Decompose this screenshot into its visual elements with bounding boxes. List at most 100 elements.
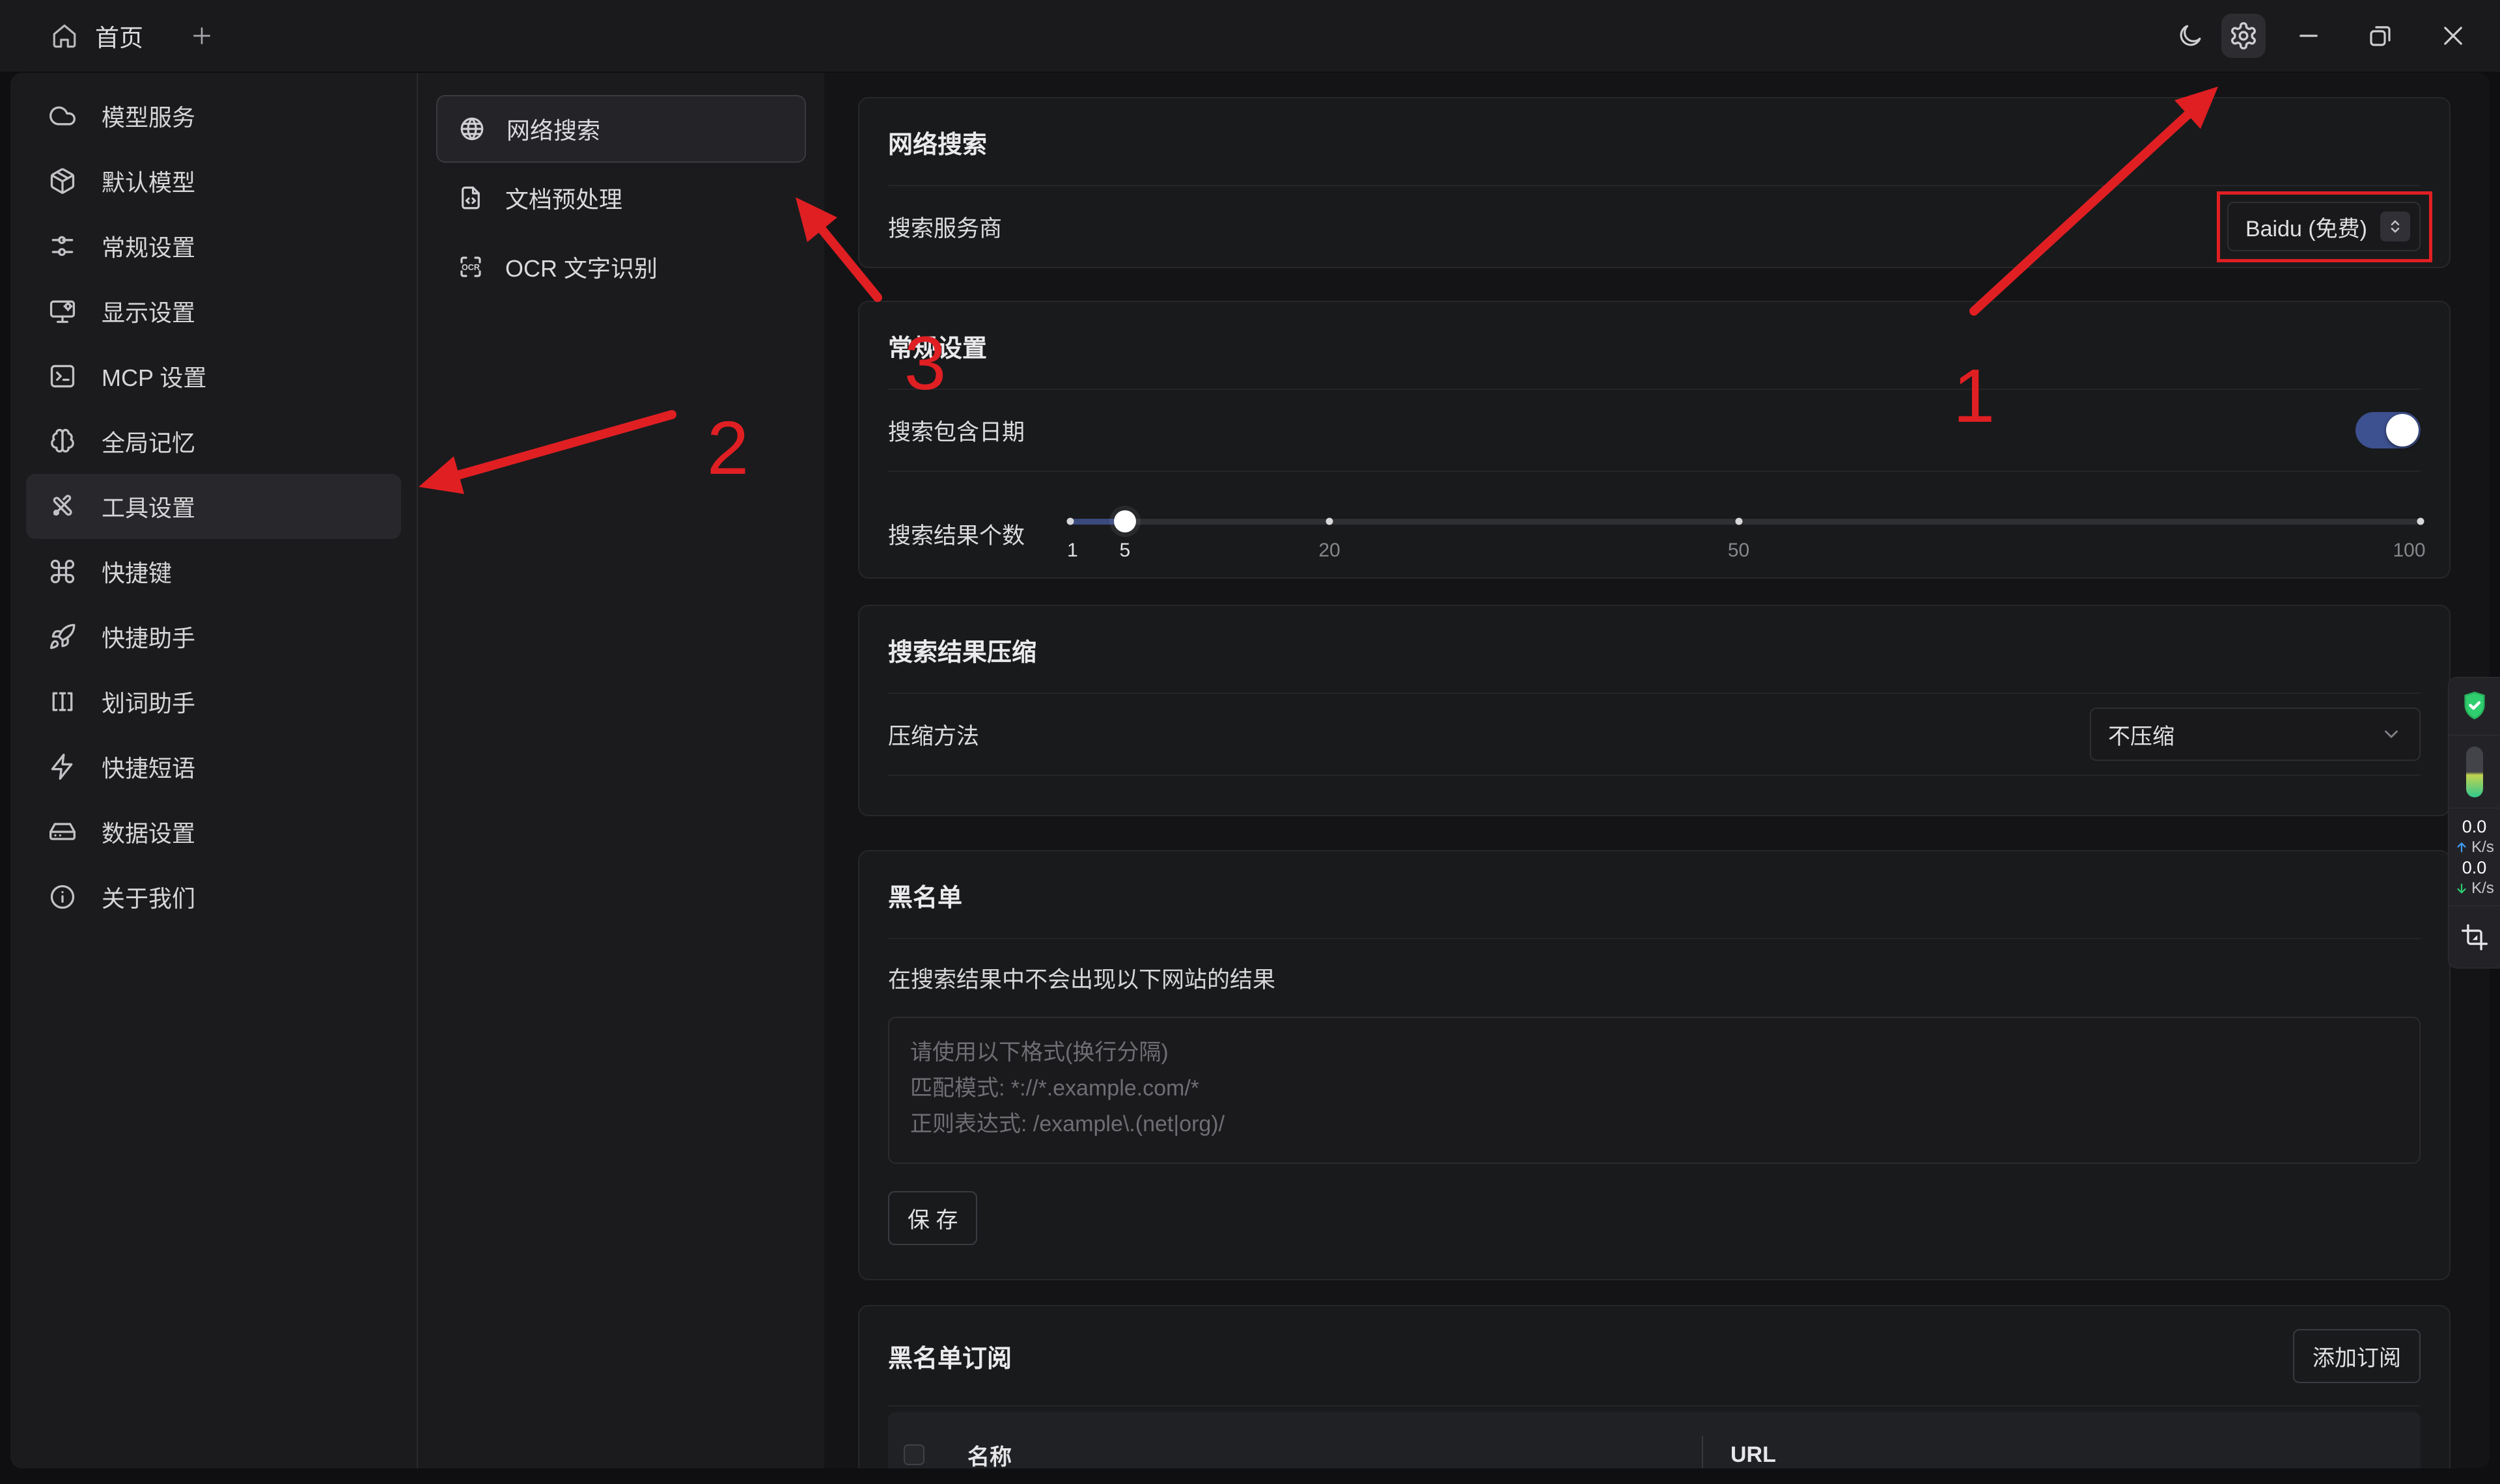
blacklist-title: 黑名单 [888,851,2421,938]
command-icon [48,557,77,586]
column-name-header: 名称 [967,1439,1702,1469]
sidebar-item-label: MCP 设置 [102,359,206,393]
sidebar-item-label: 工具设置 [102,489,195,523]
sidebar-item-label: 常规设置 [102,229,195,263]
sidebar-item-info[interactable]: 关于我们 [26,864,401,929]
sidebar-item-package[interactable]: 默认模型 [26,148,401,213]
text-select-icon [48,687,77,716]
hard-drive-icon [48,818,77,846]
result-count-slider[interactable]: 152050100 [1070,499,2421,577]
upload-speed-value: 0.0 [2462,817,2487,837]
slider-thumb[interactable] [1114,510,1136,532]
settings-content: 网络搜索 搜索服务商 Baidu (免费) 常规设置 搜索包含日期 [824,73,2490,1468]
blacklist-input[interactable] [888,1017,2421,1164]
close-button[interactable] [2431,0,2475,72]
blacklist-description: 在搜索结果中不会出现以下网站的结果 [888,938,2421,995]
compression-method-label: 压缩方法 [888,718,979,751]
new-tab-button[interactable] [181,15,223,57]
sidebar-item-tools[interactable]: 工具设置 [26,474,401,539]
sidebar-item-sliders[interactable]: 常规设置 [26,213,401,279]
sidebar-item-cloud[interactable]: 模型服务 [26,83,401,148]
web-search-card: 网络搜索 搜索服务商 Baidu (免费) [858,97,2451,268]
subscription-table: 名称 URL [888,1412,2421,1468]
select-all-checkbox[interactable] [904,1444,924,1465]
sidebar-item-zap[interactable]: 快捷短语 [26,734,401,799]
submenu-item-label: 网络搜索 [507,112,600,146]
add-subscription-button[interactable]: 添加订阅 [2293,1329,2421,1383]
terminal-icon [48,362,77,391]
tab-home[interactable]: 首页 [51,0,143,72]
slider-mark-dot[interactable] [1735,518,1742,525]
titlebar: 首页 [0,0,2500,72]
chevron-down-icon [2380,723,2402,745]
tools-submenu: 网络搜索文档预处理 OCR OCR 文字识别 [417,73,824,1468]
minimize-button[interactable] [2286,0,2331,72]
screenshot-button[interactable] [2449,905,2500,968]
toggle-knob [2386,414,2419,447]
sidebar-item-brain[interactable]: 全局记忆 [26,409,401,474]
plus-icon [189,23,215,49]
submenu-item-scan-ocr[interactable]: OCR OCR 文字识别 [436,233,806,301]
battery-indicator[interactable] [2449,735,2500,808]
slider-mark-label: 100 [2393,540,2425,562]
blacklist-card: 黑名单 在搜索结果中不会出现以下网站的结果 保 存 [858,850,2451,1280]
restore-icon [2367,22,2394,49]
slider-mark-label: 5 [1119,540,1130,562]
crop-icon [2460,923,2489,952]
slider-mark-dot[interactable] [1326,518,1333,525]
settings-sidebar: 模型服务默认模型常规设置显示设置 MCP 设置全局记忆工具设置快捷键快捷助手划词助… [10,73,417,1468]
download-speed-value: 0.0 [2462,858,2487,878]
column-divider [1702,1436,1703,1468]
general-settings-card: 常规设置 搜索包含日期 搜索结果个数 152050100 [858,301,2451,579]
subscription-title: 黑名单订阅 [888,1338,1012,1374]
restore-button[interactable] [2358,0,2402,72]
submenu-item-file-code[interactable]: 文档预处理 [436,164,806,232]
svg-text:OCR: OCR [462,263,480,272]
sidebar-item-label: 快捷助手 [102,620,195,653]
provider-value: Baidu (免费) [2245,211,2367,243]
rocket-icon [48,622,77,651]
sidebar-item-hard-drive[interactable]: 数据设置 [26,799,401,864]
provider-label: 搜索服务商 [888,210,1002,243]
slider-track[interactable] [1070,519,2421,525]
submenu-item-label: OCR 文字识别 [505,250,658,284]
package-icon [48,167,77,195]
slider-mark-label: 50 [1728,540,1749,562]
submenu-item-label: 文档预处理 [505,181,622,215]
download-speed-unit: K/s [2471,879,2494,898]
compression-method-select[interactable]: 不压缩 [2090,708,2421,761]
monitor-cog-icon [48,297,77,325]
general-settings-title: 常规设置 [888,302,2421,389]
tools-icon [48,492,77,521]
include-date-label: 搜索包含日期 [888,414,1025,447]
save-button[interactable]: 保 存 [888,1191,977,1245]
cloud-icon [48,102,77,130]
submenu-item-globe[interactable]: 网络搜索 [436,95,806,163]
minimize-icon [2295,22,2322,49]
sidebar-item-monitor-cog[interactable]: 显示设置 [26,279,401,344]
slider-mark-label: 20 [1318,540,1340,562]
gear-icon [2229,21,2258,51]
upload-speed-unit: K/s [2471,838,2494,857]
settings-button[interactable] [2221,14,2266,58]
theme-toggle-button[interactable] [2168,0,2212,72]
security-shield-icon[interactable] [2449,678,2500,735]
provider-select[interactable]: Baidu (免费) [2227,202,2421,251]
sidebar-item-terminal[interactable]: MCP 设置 [26,344,401,409]
sidebar-item-rocket[interactable]: 快捷助手 [26,604,401,669]
include-date-toggle[interactable] [2355,412,2421,448]
sidebar-item-label: 快捷键 [102,555,172,588]
web-search-title: 网络搜索 [888,98,2421,185]
info-icon [48,883,77,911]
slider-mark-dot[interactable] [2417,518,2424,525]
network-speed-indicator[interactable]: 0.0 K/s 0.0 K/s [2449,808,2500,905]
upload-arrow-icon [2454,840,2469,855]
compression-card: 搜索结果压缩 压缩方法 不压缩 [858,605,2451,816]
sidebar-item-label: 划词助手 [102,685,195,719]
slider-mark-dot[interactable] [1067,518,1074,525]
column-url-header: URL [1730,1442,2405,1468]
sidebar-item-command[interactable]: 快捷键 [26,539,401,604]
sidebar-item-text-select[interactable]: 划词助手 [26,669,401,734]
zap-icon [48,752,77,781]
close-icon [2439,22,2467,49]
